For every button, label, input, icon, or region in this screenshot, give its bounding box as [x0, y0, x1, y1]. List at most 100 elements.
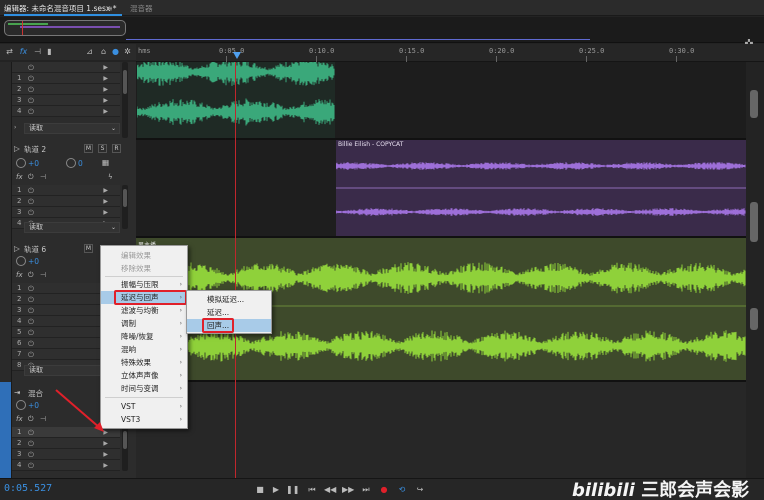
- headphone-icon[interactable]: ⌂: [98, 46, 109, 57]
- power-icon[interactable]: ⏻: [28, 449, 34, 460]
- fx-rack-slot[interactable]: 3 ⏻ ▶: [12, 95, 120, 106]
- fx-icon[interactable]: fx: [16, 415, 23, 423]
- power-icon[interactable]: ⏻: [28, 95, 34, 106]
- arrow-right-icon[interactable]: ▶: [103, 106, 108, 117]
- expand-icon[interactable]: ›: [14, 124, 16, 131]
- power-icon[interactable]: ⏻: [28, 438, 34, 449]
- power-icon[interactable]: ⏻: [28, 62, 34, 73]
- fx-rack-slot[interactable]: 2 ⏻ ▶: [12, 84, 120, 95]
- menu-item-filter-eq[interactable]: 滤波与均衡 ›: [101, 304, 187, 317]
- menu-item-special[interactable]: 特殊效果 ›: [101, 356, 187, 369]
- arrow-right-icon[interactable]: ▶: [103, 460, 108, 471]
- fx-rack-slot[interactable]: 2 ⏻ ▶: [12, 438, 120, 449]
- gear-icon[interactable]: ✲: [122, 46, 133, 57]
- record-icon[interactable]: ●: [378, 483, 390, 496]
- power-icon[interactable]: ⏻: [28, 84, 34, 95]
- power-icon[interactable]: ⏻: [28, 349, 34, 360]
- menu-item-remove-effect[interactable]: 移除效果: [101, 262, 187, 275]
- go-to-start-icon[interactable]: ⏮: [306, 483, 318, 496]
- playhead-handle[interactable]: [233, 52, 241, 59]
- arrow-right-icon[interactable]: ▶: [103, 185, 108, 196]
- timeline-overview[interactable]: ✜: [0, 17, 764, 50]
- swap-icon[interactable]: ⇄: [4, 46, 15, 57]
- loop-icon[interactable]: ⟲: [396, 483, 408, 496]
- track-lane[interactable]: Billie Eilish - COPYCAT: [136, 138, 746, 236]
- fx-rack-slot[interactable]: 4 ⏻ ▶: [12, 460, 120, 471]
- menu-item-time-pitch[interactable]: 时间与变调 ›: [101, 382, 187, 395]
- menu-item-edit-effect[interactable]: 编辑效果: [101, 249, 187, 262]
- arrow-right-icon[interactable]: ▶: [103, 73, 108, 84]
- power-icon[interactable]: ⏻: [28, 460, 34, 471]
- go-to-end-icon[interactable]: ⏭: [360, 483, 372, 496]
- skip-icon[interactable]: ↪: [414, 483, 426, 496]
- menu-item-vst[interactable]: VST ›: [101, 400, 187, 413]
- fx-rack-slot[interactable]: 4 ⏻ ▶: [12, 106, 120, 117]
- stereo-icon[interactable]: ▦: [102, 158, 109, 167]
- fx-rack-slot[interactable]: 1 ⏻ ▶: [12, 73, 120, 84]
- power-icon[interactable]: ⏻: [28, 338, 34, 349]
- pre-post-icon[interactable]: ⊣: [40, 173, 46, 181]
- power-icon[interactable]: ⏻: [28, 327, 34, 338]
- arrow-right-icon[interactable]: ▶: [103, 449, 108, 460]
- automation-mode-select[interactable]: 读取 ⌄: [24, 222, 120, 233]
- fx-rack-scrollbar[interactable]: [122, 427, 128, 471]
- multitrack-area[interactable]: Billie Eilish - COPYCAT 男主播: [136, 58, 746, 478]
- fx-rack-slot[interactable]: ⏻ ▶: [12, 62, 120, 73]
- monitor-icon[interactable]: ●: [110, 46, 121, 57]
- fx-rack-scrollbar[interactable]: [122, 185, 128, 229]
- fast-forward-icon[interactable]: ▶▶: [342, 483, 354, 496]
- mute-button[interactable]: M: [84, 244, 93, 253]
- menu-item-reverb[interactable]: 混响 ›: [101, 343, 187, 356]
- arrow-right-icon[interactable]: ▶: [103, 196, 108, 207]
- clip-icon[interactable]: ⊿: [84, 46, 95, 57]
- timecode-display[interactable]: 0:05.527: [4, 483, 52, 494]
- menu-item-noise-reduction[interactable]: 降噪/恢复 ›: [101, 330, 187, 343]
- power-icon[interactable]: ⏻: [28, 305, 34, 316]
- mute-button[interactable]: M: [84, 144, 93, 153]
- mix-lane[interactable]: [136, 380, 746, 478]
- lightning-icon[interactable]: ϟ: [108, 173, 113, 181]
- bars-icon[interactable]: ▮: [44, 46, 55, 57]
- menu-item-modulation[interactable]: 调制 ›: [101, 317, 187, 330]
- audio-clip[interactable]: Billie Eilish - COPYCAT: [336, 140, 746, 236]
- menu-item-vst3[interactable]: VST3 ›: [101, 413, 187, 426]
- vertical-scrollbar[interactable]: [746, 62, 764, 478]
- menu-item-analog-delay[interactable]: 模拟延迟...: [187, 293, 271, 306]
- stop-icon[interactable]: ■: [254, 483, 266, 496]
- solo-button[interactable]: S: [98, 144, 107, 153]
- fx-icon[interactable]: fx: [16, 271, 23, 279]
- power-icon[interactable]: ⏻: [28, 73, 34, 84]
- menu-item-stereo-imagery[interactable]: 立体声声像 ›: [101, 369, 187, 382]
- track-name[interactable]: 轨道 6: [24, 244, 46, 255]
- arrow-right-icon[interactable]: ▶: [103, 62, 108, 73]
- time-ruler[interactable]: hms 0:05.0 0:10.0 0:15.0 0:20.0 0:25.0 0…: [136, 44, 764, 62]
- power-icon[interactable]: ⏻: [28, 271, 34, 280]
- power-icon[interactable]: ⏻: [28, 415, 34, 424]
- volume-knob[interactable]: [16, 158, 26, 168]
- track-name[interactable]: 混合: [28, 388, 43, 399]
- power-icon[interactable]: ⏻: [28, 207, 34, 218]
- pan-knob[interactable]: [66, 158, 76, 168]
- track-name[interactable]: 轨道 2: [24, 144, 46, 155]
- tab-mixer[interactable]: 混音器: [130, 2, 153, 15]
- pause-icon[interactable]: ❚❚: [286, 483, 299, 496]
- power-icon[interactable]: ⏻: [28, 196, 34, 207]
- volume-value[interactable]: +0: [28, 257, 39, 266]
- track-lane[interactable]: [136, 58, 746, 138]
- power-icon[interactable]: ⏻: [28, 283, 34, 294]
- meter-icon[interactable]: ⊣: [32, 46, 43, 57]
- volume-knob[interactable]: [16, 256, 26, 266]
- automation-mode-select[interactable]: 读取 ⌄: [24, 123, 120, 134]
- fx-icon[interactable]: fx: [16, 173, 23, 181]
- arrow-right-icon[interactable]: ▶: [103, 95, 108, 106]
- pan-value[interactable]: 0: [78, 159, 83, 168]
- audio-clip[interactable]: [136, 58, 335, 138]
- volume-value[interactable]: +0: [28, 401, 39, 410]
- volume-knob[interactable]: [16, 400, 26, 410]
- power-icon[interactable]: ⏻: [28, 106, 34, 117]
- pre-post-icon[interactable]: ⊣: [40, 271, 46, 279]
- fx-rack-slot[interactable]: 1 ⏻ ▶: [12, 185, 120, 196]
- fx-rack-slot[interactable]: 2 ⏻ ▶: [12, 196, 120, 207]
- power-icon[interactable]: ⏻: [28, 294, 34, 305]
- rewind-icon[interactable]: ◀◀: [324, 483, 336, 496]
